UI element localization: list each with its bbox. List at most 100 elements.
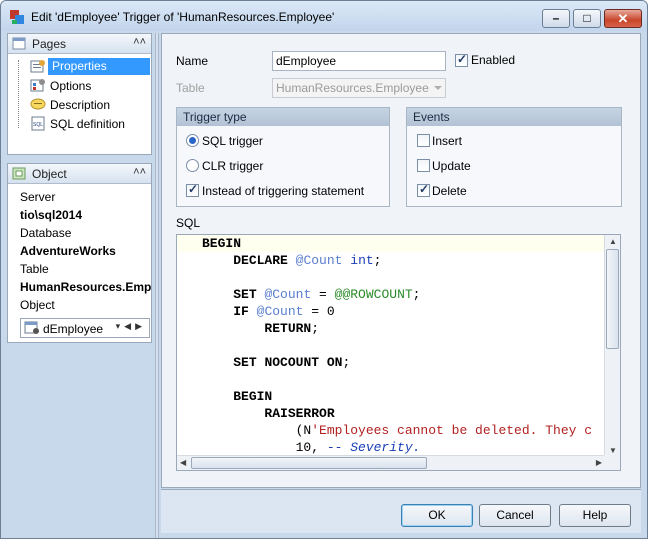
cancel-button[interactable]: Cancel <box>479 504 551 527</box>
pane-splitter[interactable] <box>155 33 159 538</box>
close-icon: ✕ <box>617 11 629 26</box>
code-line: 10, -- Severity. <box>202 440 421 455</box>
trigger-type-title: Trigger type <box>177 108 389 126</box>
left-navigation-pane: Pages ˄˄ Properties Options Description <box>7 33 154 538</box>
ok-button[interactable]: OK <box>401 504 473 527</box>
table-select-value: HumanResources.Employee <box>276 81 429 95</box>
instead-of-label: Instead of triggering statement <box>202 184 365 198</box>
instead-of-checkbox[interactable] <box>186 182 199 197</box>
insert-label: Insert <box>432 134 463 148</box>
server-label: Server <box>20 190 56 204</box>
table-value: HumanResources.Employee <box>20 280 151 294</box>
code-line: DECLARE @Count int; <box>233 253 382 268</box>
trigger-type-group: Trigger type SQL trigger CLR trigger Ins… <box>176 107 390 207</box>
server-value: tio\sql2014 <box>20 208 83 222</box>
dialog-footer: OK Cancel Help <box>161 489 641 533</box>
code-line: IF @Count = 0 <box>233 304 335 319</box>
object-selector[interactable]: dEmployee ▾◀▶ <box>20 318 150 338</box>
clr-trigger-label: CLR trigger <box>202 159 264 173</box>
options-icon <box>30 79 45 92</box>
minimize-button[interactable]: – <box>542 9 570 28</box>
sql-code[interactable]: BEGIN DECLARE @Count int; SET @Count = @… <box>177 235 605 457</box>
page-item-label: Options <box>50 79 92 93</box>
collapse-chevron-icon[interactable]: ˄˄ <box>133 36 146 48</box>
maximize-button[interactable]: □ <box>573 9 601 28</box>
description-icon <box>30 98 46 110</box>
selector-arrows-icon[interactable]: ▾◀▶ <box>116 321 146 332</box>
table-select: HumanResources.Employee <box>272 78 446 98</box>
table-label: Table <box>20 262 49 276</box>
chevron-down-icon <box>434 86 442 90</box>
page-item-options[interactable]: Options <box>16 76 149 95</box>
scroll-down-icon[interactable]: ▼ <box>609 446 617 455</box>
object-panel: Object ˄˄ Server tio\sql2014 Database Ad… <box>7 163 152 343</box>
page-item-label: Properties <box>48 58 150 75</box>
svg-text:SQL: SQL <box>33 122 43 128</box>
dialog-window: Edit 'dEmployee' Trigger of 'HumanResour… <box>0 0 648 539</box>
scroll-right-icon[interactable]: ▶ <box>596 458 602 467</box>
update-label: Update <box>432 159 471 173</box>
close-button[interactable]: ✕ <box>604 9 642 28</box>
scroll-up-icon[interactable]: ▲ <box>609 237 617 246</box>
object-label: Object <box>20 298 55 312</box>
delete-checkbox[interactable] <box>417 182 430 197</box>
vertical-scroll-thumb[interactable] <box>606 249 619 349</box>
events-group: Events Insert Update Delete <box>406 107 622 207</box>
enabled-label: Enabled <box>471 53 516 67</box>
object-panel-title: Object <box>32 167 67 181</box>
properties-icon <box>30 60 45 73</box>
database-value: AdventureWorks <box>20 244 116 258</box>
object-icon <box>12 167 26 180</box>
collapse-chevron-icon[interactable]: ˄˄ <box>133 166 146 178</box>
page-item-properties[interactable]: Properties <box>16 57 150 76</box>
sql-label: SQL <box>176 216 201 230</box>
title-bar[interactable]: Edit 'dEmployee' Trigger of 'HumanResour… <box>1 1 647 31</box>
code-line: RETURN; <box>264 321 320 336</box>
pages-panel-header[interactable]: Pages ˄˄ <box>8 34 151 54</box>
object-selector-value: dEmployee <box>43 322 104 336</box>
sql-trigger-radio[interactable] <box>186 134 199 147</box>
horizontal-scrollbar[interactable]: ◀ ▶ <box>177 455 605 470</box>
events-title: Events <box>407 108 621 126</box>
sql-icon: SQL <box>31 116 45 131</box>
name-input[interactable]: dEmployee <box>272 51 446 71</box>
database-label: Database <box>20 226 72 240</box>
scroll-left-icon[interactable]: ◀ <box>180 458 186 467</box>
horizontal-scroll-thumb[interactable] <box>191 457 427 469</box>
window-title: Edit 'dEmployee' Trigger of 'HumanResour… <box>31 10 335 24</box>
maximize-icon: □ <box>583 11 591 25</box>
insert-checkbox[interactable] <box>417 134 430 147</box>
code-line: SET NOCOUNT ON; <box>233 355 351 370</box>
table-field-label: Table <box>176 81 205 95</box>
scroll-corner <box>604 455 620 470</box>
object-panel-header[interactable]: Object ˄˄ <box>8 164 151 184</box>
object-details: Server tio\sql2014 Database AdventureWor… <box>8 184 151 344</box>
pages-panel: Pages ˄˄ Properties Options Description <box>7 33 152 155</box>
update-checkbox[interactable] <box>417 159 430 172</box>
code-line: SET @Count = @@ROWCOUNT; <box>233 287 421 302</box>
delete-label: Delete <box>432 184 467 198</box>
pages-list: Properties Options Description SQL SQL d… <box>8 54 151 136</box>
sql-editor[interactable]: BEGIN DECLARE @Count int; SET @Count = @… <box>176 234 621 471</box>
code-line: BEGIN <box>177 235 605 252</box>
trigger-object-icon <box>24 321 39 334</box>
page-item-sql-definition[interactable]: SQL SQL definition <box>16 114 149 133</box>
page-item-description[interactable]: Description <box>16 95 149 114</box>
trigger-app-icon <box>10 10 24 24</box>
help-button[interactable]: Help <box>559 504 631 527</box>
page-item-label: Description <box>50 98 111 112</box>
page-item-label: SQL definition <box>50 117 125 131</box>
code-line: RAISERROR <box>264 406 335 421</box>
minimize-icon: – <box>552 11 560 25</box>
name-label: Name <box>176 54 209 68</box>
enabled-checkbox[interactable] <box>455 52 468 67</box>
vertical-scrollbar[interactable]: ▲ ▼ <box>604 235 620 457</box>
code-line: (N'Employees cannot be deleted. They c <box>202 423 593 438</box>
sql-trigger-label: SQL trigger <box>202 134 263 148</box>
properties-page: Name dEmployee Enabled Table HumanResour… <box>161 33 641 488</box>
pages-panel-title: Pages <box>32 37 67 51</box>
clr-trigger-radio[interactable] <box>186 159 199 172</box>
